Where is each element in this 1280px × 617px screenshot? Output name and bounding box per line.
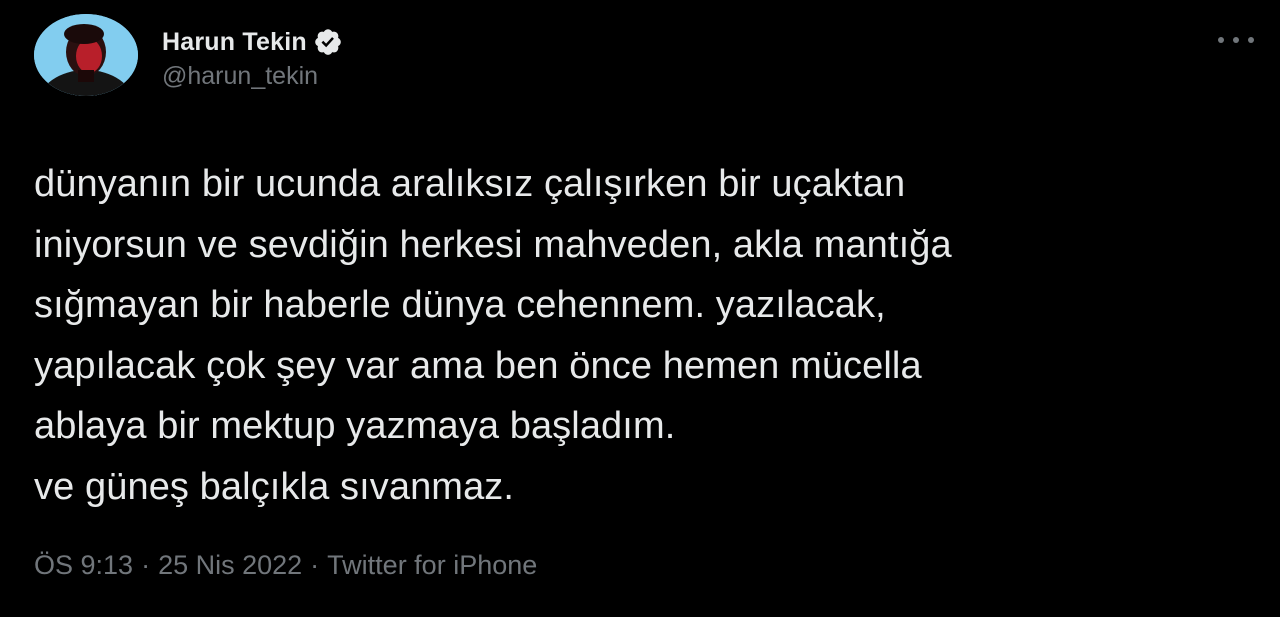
more-dot (1248, 37, 1254, 43)
author-info: Harun Tekin @harun_tekin (162, 25, 343, 91)
meta-separator: · (310, 550, 320, 580)
verified-badge-icon (313, 27, 343, 57)
avatar[interactable] (34, 14, 138, 96)
tweet-text-line: ve güneş balçıkla sıvanmaz. (34, 465, 515, 508)
tweet-text-line: dünyanın bir ucunda aralıksız çalışırken… (34, 163, 906, 205)
author-display-name[interactable]: Harun Tekin (162, 28, 307, 57)
tweet-text: dünyanın bir ucunda aralıksız çalışırken… (34, 154, 1254, 517)
tweet-text-line: sığmayan bir haberle dünya cehennem. yaz… (34, 284, 886, 326)
tweet-card: Harun Tekin @harun_tekin dünyanın bir uc… (0, 0, 1280, 617)
tweet-metadata: ÖS 9:13 · 25 Nis 2022 · Twitter for iPho… (34, 550, 537, 581)
tweet-text-line: iniyorsun ve sevdiğin herkesi mahveden, … (34, 223, 952, 266)
author-handle[interactable]: @harun_tekin (162, 62, 343, 91)
more-dot (1218, 37, 1224, 43)
author-name-row: Harun Tekin (162, 25, 343, 59)
more-dot (1233, 37, 1239, 43)
tweet-header: Harun Tekin @harun_tekin (34, 14, 343, 96)
tweet-source[interactable]: Twitter for iPhone (327, 550, 537, 581)
meta-separator: · (141, 550, 151, 580)
tweet-text-line: yapılacak çok şey var ama ben önce hemen… (34, 344, 922, 387)
tweet-date[interactable]: 25 Nis 2022 (158, 550, 302, 581)
avatar-image (34, 14, 138, 96)
tweet-time[interactable]: ÖS 9:13 (34, 550, 133, 581)
tweet-text-line: ablaya bir mektup yazmaya başladım. (34, 405, 676, 447)
more-horizontal-icon[interactable] (1218, 30, 1254, 50)
